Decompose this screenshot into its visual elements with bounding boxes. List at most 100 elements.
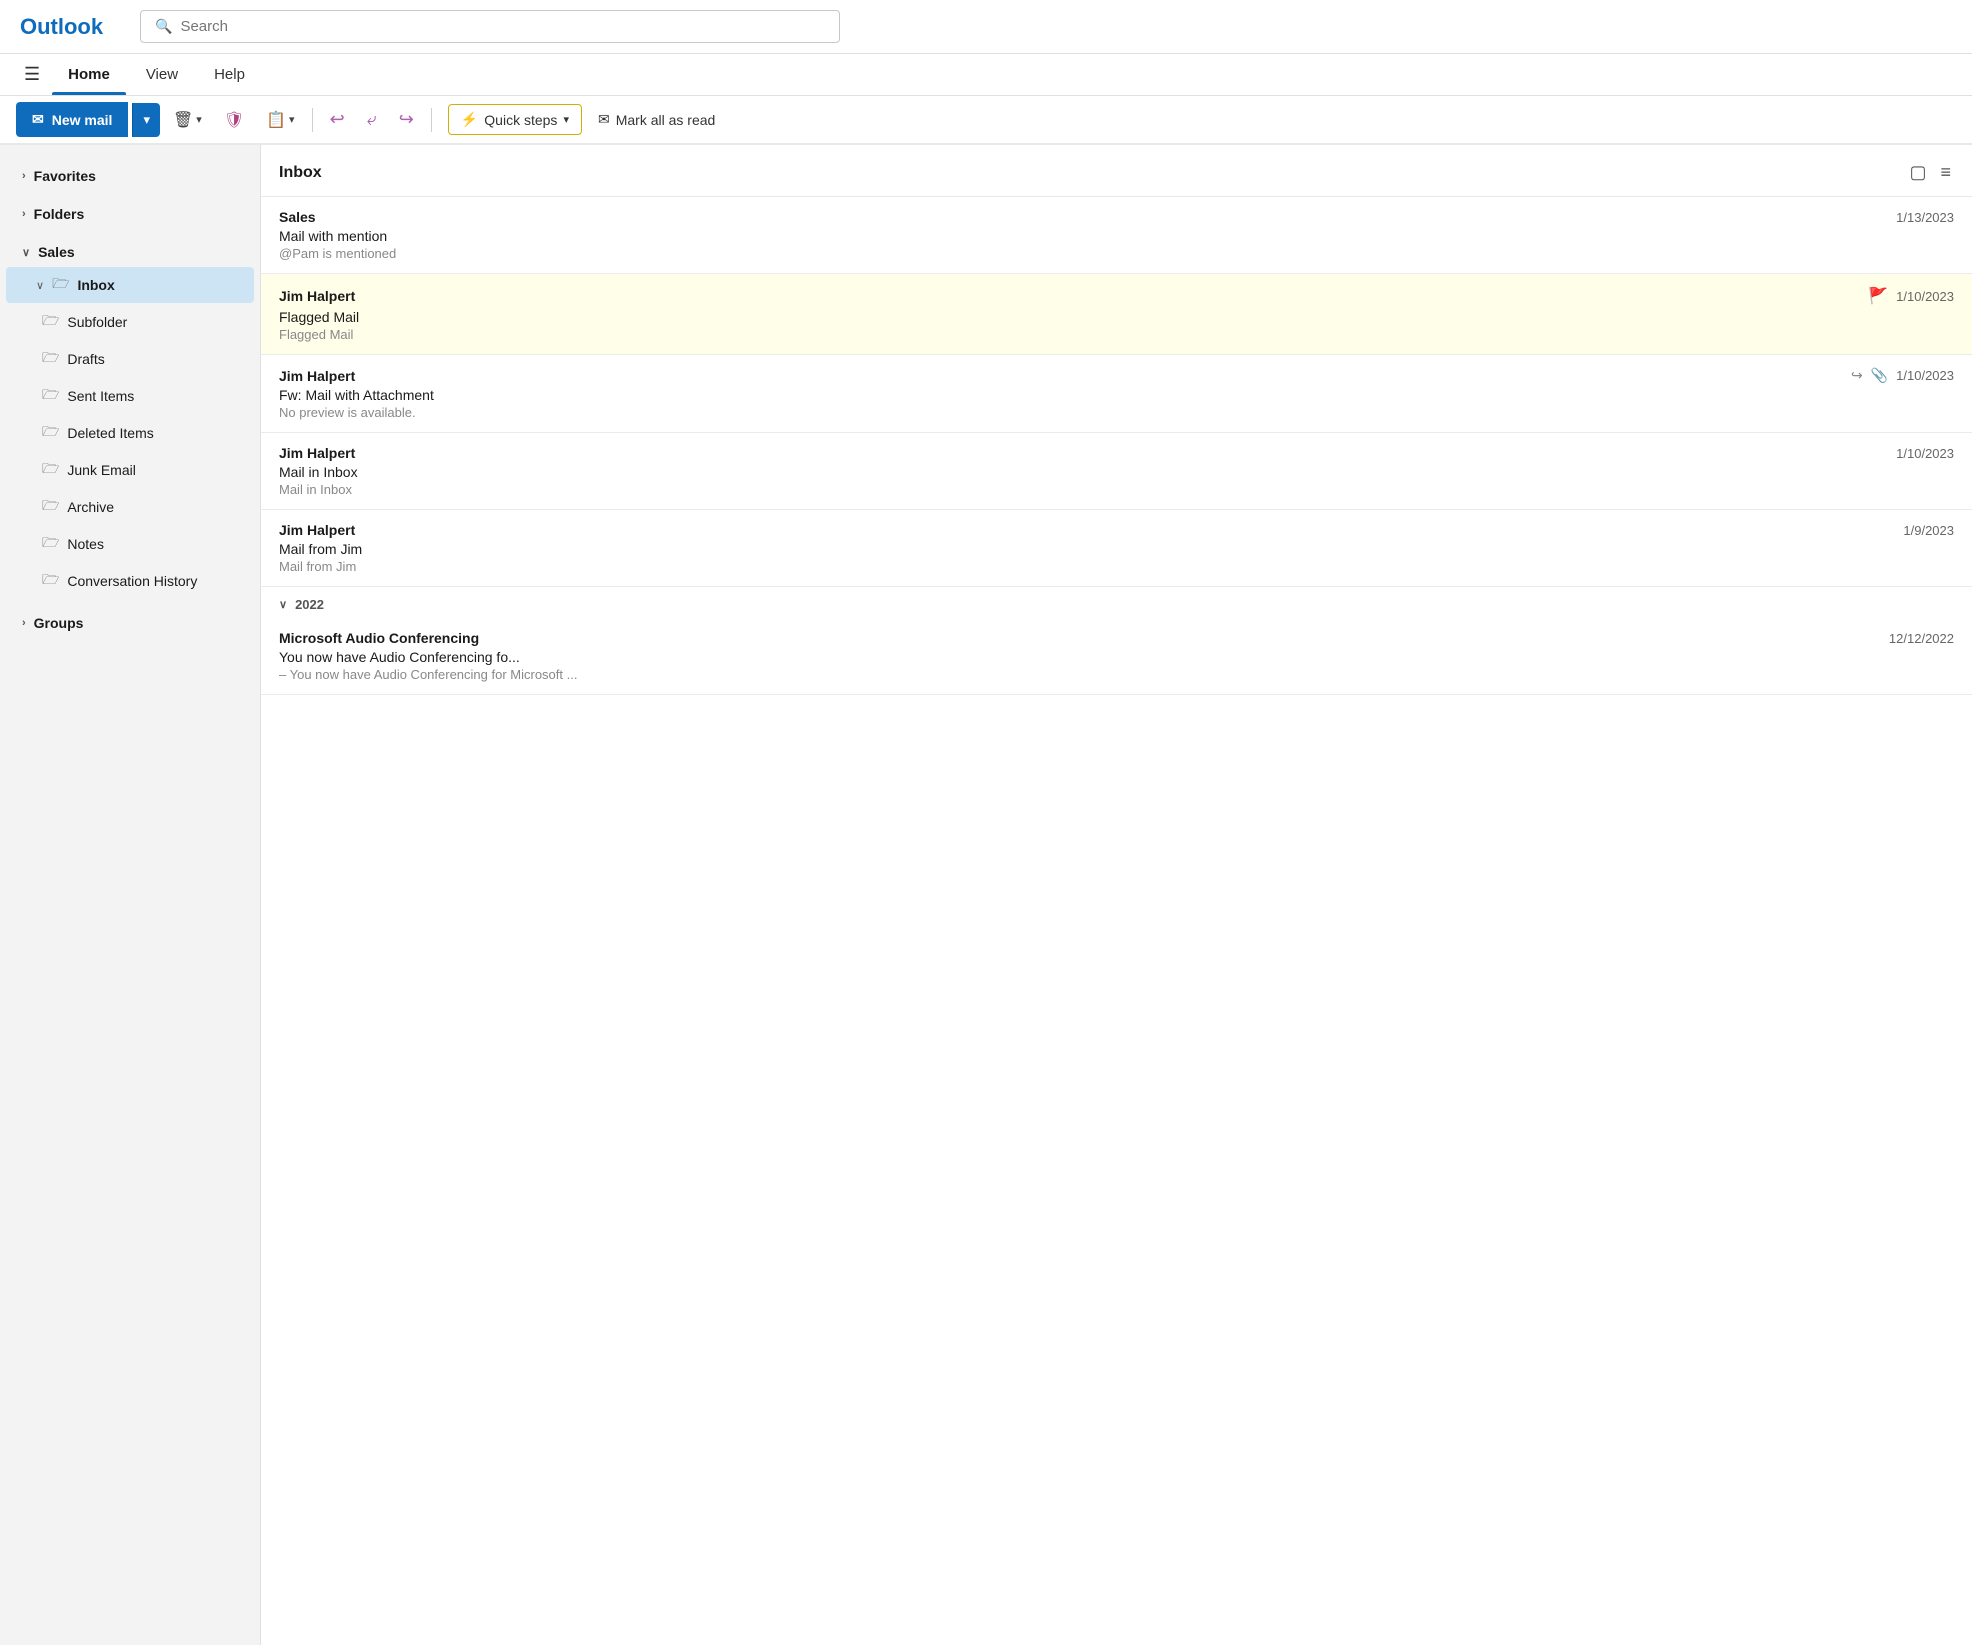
- flag-icon: 🚩: [1868, 286, 1888, 306]
- action-toolbar: ✉ New mail ▾ 🗑 ▾ 🛡 📋 ▾ ↩ ⤶ ↪ ⚡ Quick ste…: [0, 96, 1972, 145]
- attachment-icon: 📎: [1871, 367, 1888, 384]
- chevron-right-icon-groups: ›: [22, 617, 26, 629]
- email-item[interactable]: Jim Halpert 1/10/2023 Mail in Inbox Mail…: [261, 433, 1972, 510]
- groups-section: › Groups: [0, 604, 260, 642]
- email-item[interactable]: Sales 1/13/2023 Mail with mention @Pam i…: [261, 197, 1972, 274]
- quick-steps-dropdown-icon: ▾: [563, 113, 569, 126]
- sidebar-item-folders[interactable]: › Folders: [6, 200, 254, 228]
- sidebar-item-notes[interactable]: 🗁 Notes: [6, 526, 254, 562]
- email-sender: Sales: [279, 209, 316, 225]
- email-preview: No preview is available.: [279, 405, 1954, 420]
- search-icon: 🔍: [155, 18, 172, 35]
- sidebar-item-archive[interactable]: 🗁 Archive: [6, 489, 254, 525]
- folder-icon-drafts: 🗁: [42, 347, 59, 371]
- email-subject: Mail with mention: [279, 228, 1954, 244]
- email-date: 1/9/2023: [1903, 523, 1954, 538]
- new-mail-dropdown-button[interactable]: ▾: [132, 103, 160, 137]
- email-preview: – You now have Audio Conferencing for Mi…: [279, 667, 1954, 682]
- chevron-right-icon-folders: ›: [22, 208, 26, 220]
- email-date: 1/10/2023: [1896, 446, 1954, 461]
- folder-icon-deleted: 🗁: [42, 421, 59, 445]
- main-layout: › Favorites › Folders ∨ Sales ∨ 🗁 Inbox …: [0, 145, 1972, 1645]
- forward-button[interactable]: ↪: [390, 102, 423, 137]
- reply-button[interactable]: ↩: [321, 102, 354, 137]
- email-date: 12/12/2022: [1889, 631, 1954, 646]
- email-item[interactable]: Jim Halpert ↪ 📎 1/10/2023 Fw: Mail with …: [261, 355, 1972, 433]
- reply-icon: ↩: [330, 109, 345, 130]
- folder-icon-subfolder: 🗁: [42, 310, 59, 334]
- email-subject: Flagged Mail: [279, 309, 1954, 325]
- email-sender: Jim Halpert: [279, 445, 355, 461]
- reply-all-icon: ⤶: [367, 109, 377, 130]
- move-button[interactable]: 📋 ▾: [257, 103, 303, 137]
- report-button[interactable]: 🛡: [215, 103, 253, 137]
- sidebar-item-subfolder[interactable]: 🗁 Subfolder: [6, 304, 254, 340]
- chevron-down-icon-inbox: ∨: [36, 279, 44, 292]
- search-input[interactable]: [180, 18, 825, 35]
- app-header: Outlook 🔍: [0, 0, 1972, 54]
- hamburger-button[interactable]: ☰: [16, 56, 48, 93]
- mail-icon: ✉: [32, 111, 44, 128]
- email-sender: Jim Halpert: [279, 368, 355, 384]
- sidebar-item-favorites[interactable]: › Favorites: [6, 162, 254, 190]
- email-date: 1/13/2023: [1896, 210, 1954, 225]
- envelope-icon: ✉: [598, 111, 610, 128]
- email-item[interactable]: Jim Halpert 🚩 1/10/2023 Flagged Mail Fla…: [261, 274, 1972, 355]
- sidebar-item-deleted-items[interactable]: 🗁 Deleted Items: [6, 415, 254, 451]
- chevron-down-icon-sales: ∨: [22, 246, 30, 259]
- select-all-button[interactable]: ▢: [1906, 159, 1929, 186]
- mark-all-read-button[interactable]: ✉ Mark all as read: [586, 105, 727, 134]
- folders-section: › Folders: [0, 195, 260, 233]
- email-sender: Jim Halpert: [279, 522, 355, 538]
- email-group-header[interactable]: ∨ 2022: [261, 587, 1972, 618]
- email-meta: 🚩 1/10/2023: [1868, 286, 1954, 306]
- sidebar: › Favorites › Folders ∨ Sales ∨ 🗁 Inbox …: [0, 145, 260, 1645]
- sidebar-item-junk-email[interactable]: 🗁 Junk Email: [6, 452, 254, 488]
- forward-icon: ↪: [399, 109, 414, 130]
- email-sender: Microsoft Audio Conferencing: [279, 630, 479, 646]
- favorites-section: › Favorites: [0, 157, 260, 195]
- delete-button[interactable]: 🗑 ▾: [164, 103, 211, 137]
- toolbar-separator-1: [312, 108, 313, 132]
- tab-help[interactable]: Help: [198, 54, 261, 95]
- folder-icon-inbox: 🗁: [52, 273, 69, 297]
- email-list-panel: Inbox ▢ ≡ Sales 1/13/2023 Mail with ment…: [260, 145, 1972, 1645]
- tab-view[interactable]: View: [130, 54, 194, 95]
- toolbar-separator-2: [431, 108, 432, 132]
- email-subject: Mail in Inbox: [279, 464, 1954, 480]
- quick-steps-button[interactable]: ⚡ Quick steps ▾: [448, 104, 582, 135]
- filter-button[interactable]: ≡: [1937, 159, 1954, 186]
- tab-home[interactable]: Home: [52, 54, 126, 95]
- inbox-header: Inbox ▢ ≡: [261, 145, 1972, 197]
- email-subject: Mail from Jim: [279, 541, 1954, 557]
- folder-icon-conversation: 🗁: [42, 569, 59, 593]
- email-preview: Flagged Mail: [279, 327, 1954, 342]
- email-preview: @Pam is mentioned: [279, 246, 1954, 261]
- email-item[interactable]: Jim Halpert 1/9/2023 Mail from Jim Mail …: [261, 510, 1972, 587]
- email-item[interactable]: Microsoft Audio Conferencing 12/12/2022 …: [261, 618, 1972, 695]
- email-sender: Jim Halpert: [279, 288, 355, 304]
- reply-all-button[interactable]: ⤶: [358, 102, 386, 137]
- delete-dropdown-icon: ▾: [196, 113, 202, 126]
- move-icon: 📋: [266, 110, 286, 130]
- sidebar-item-groups[interactable]: › Groups: [6, 609, 254, 637]
- app-logo: Outlook: [20, 14, 120, 40]
- search-bar[interactable]: 🔍: [140, 10, 840, 43]
- trash-icon: 🗑: [173, 110, 193, 130]
- sidebar-item-inbox[interactable]: ∨ 🗁 Inbox: [6, 267, 254, 303]
- email-meta: ↪ 📎 1/10/2023: [1851, 367, 1954, 384]
- sidebar-item-conversation-history[interactable]: 🗁 Conversation History: [6, 563, 254, 599]
- sidebar-item-sales[interactable]: ∨ Sales: [6, 238, 254, 266]
- sidebar-item-drafts[interactable]: 🗁 Drafts: [6, 341, 254, 377]
- new-mail-button[interactable]: ✉ New mail: [16, 102, 128, 137]
- sidebar-item-sent-items[interactable]: 🗁 Sent Items: [6, 378, 254, 414]
- inbox-actions: ▢ ≡: [1906, 159, 1954, 186]
- folder-icon-sent: 🗁: [42, 384, 59, 408]
- forwarded-icon: ↪: [1851, 367, 1863, 384]
- sales-section: ∨ Sales ∨ 🗁 Inbox 🗁 Subfolder 🗁 Drafts 🗁…: [0, 233, 260, 604]
- email-preview: Mail in Inbox: [279, 482, 1954, 497]
- email-date: 1/10/2023: [1896, 368, 1954, 383]
- group-label: 2022: [295, 597, 324, 612]
- lightning-icon: ⚡: [461, 111, 478, 128]
- email-subject: Fw: Mail with Attachment: [279, 387, 1954, 403]
